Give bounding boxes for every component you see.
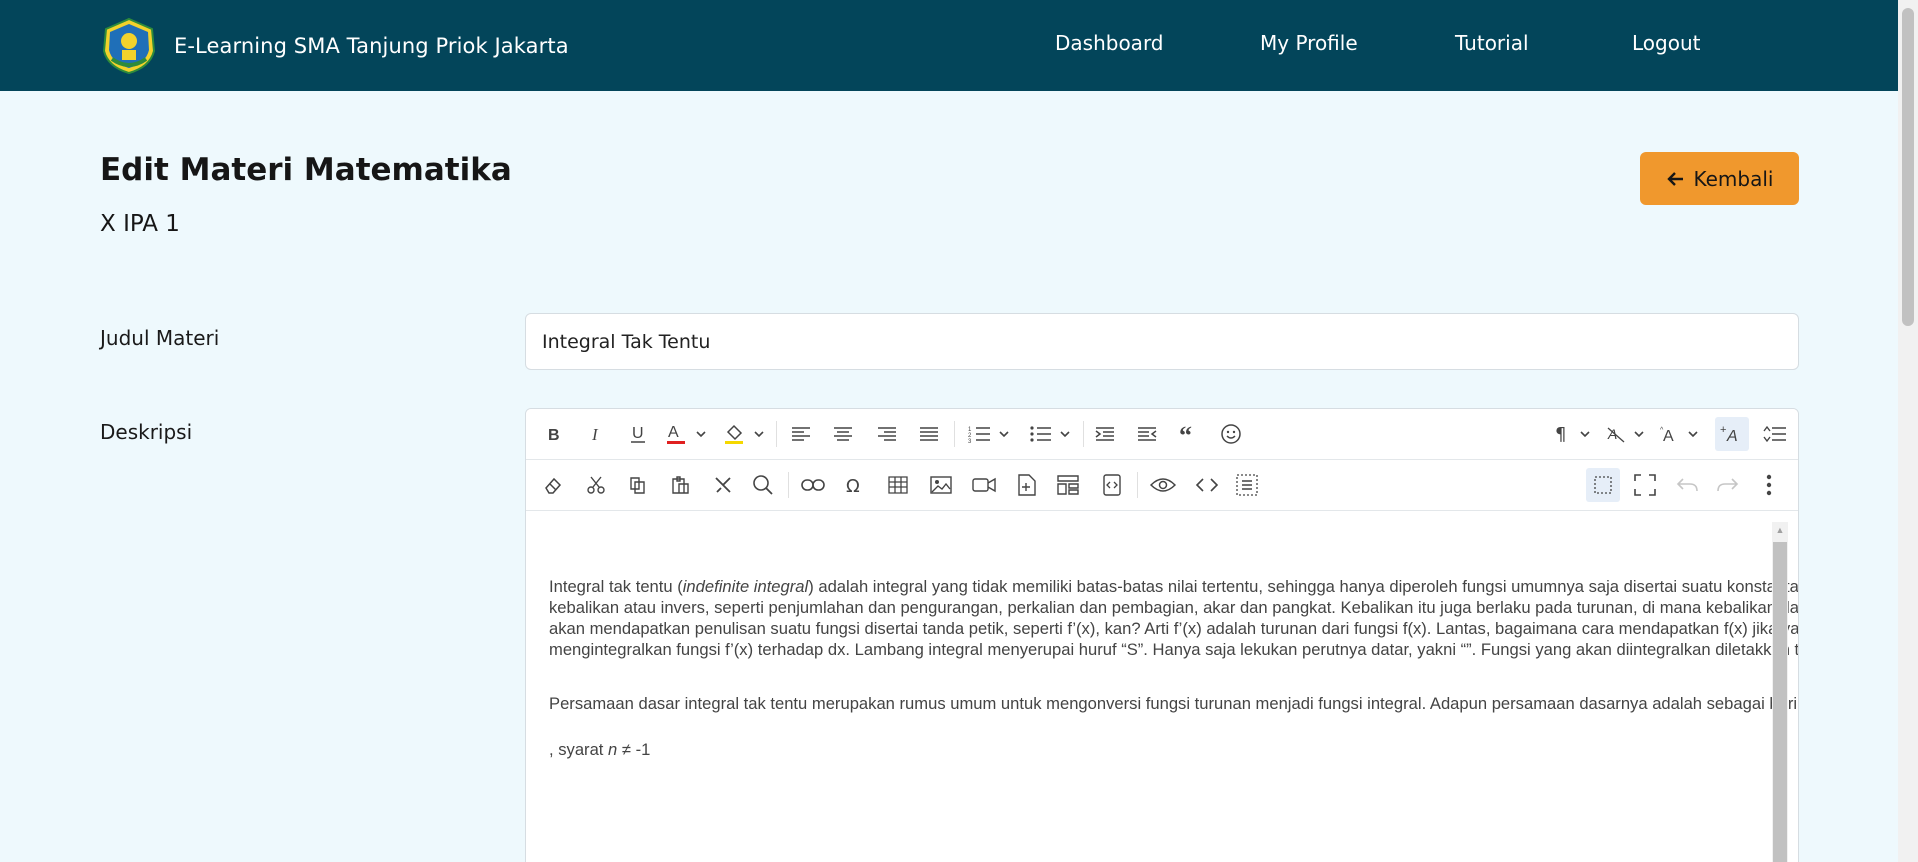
- top-navbar: E-Learning SMA Tanjung Priok Jakarta Das…: [0, 0, 1898, 91]
- editor-toolbar-row-1: B I U A 123 “ ¶ A A ^ A +: [526, 409, 1798, 460]
- line-height-icon[interactable]: A: [1605, 417, 1649, 451]
- blockquote-icon[interactable]: “: [1174, 417, 1204, 451]
- more-icon[interactable]: [1754, 468, 1784, 502]
- content-paragraph-3: , syarat n ≠ -1: [549, 739, 1798, 760]
- svg-text:A: A: [1663, 428, 1674, 444]
- bold-icon[interactable]: B: [538, 417, 568, 451]
- image-icon[interactable]: [926, 468, 956, 502]
- unordered-list-icon[interactable]: [1029, 417, 1073, 451]
- file-icon[interactable]: [1012, 468, 1042, 502]
- content-paragraph-1: Integral tak tentu (indefinite integral)…: [549, 576, 1799, 660]
- search-icon[interactable]: [748, 468, 778, 502]
- video-icon[interactable]: [969, 468, 999, 502]
- svg-text:I: I: [591, 425, 599, 443]
- description-label: Deskripsi: [100, 420, 193, 444]
- scroll-up-icon[interactable]: ▲: [1772, 522, 1788, 538]
- back-button[interactable]: Kembali: [1640, 152, 1799, 205]
- align-right-icon[interactable]: [872, 417, 902, 451]
- preview-icon[interactable]: [1146, 468, 1180, 502]
- paragraph-format-icon[interactable]: ¶: [1551, 417, 1595, 451]
- svg-text:+: +: [1720, 424, 1726, 436]
- show-blocks-icon[interactable]: [1586, 468, 1620, 502]
- text-span: ) adalah integral yang tidak memiliki ba…: [808, 577, 1799, 596]
- fullscreen-icon[interactable]: [1628, 468, 1662, 502]
- editor-toolbar-row-2: Ω: [526, 460, 1798, 511]
- svg-text:¶: ¶: [1555, 424, 1566, 444]
- content-paragraph-2: Persamaan dasar integral tak tentu merup…: [549, 694, 1799, 713]
- text-span: Integral tak tentu (: [549, 577, 683, 596]
- rich-text-editor[interactable]: B I U A 123 “ ¶ A A ^ A + Ω Integral tak…: [525, 408, 1799, 862]
- editor-scrollbar[interactable]: ▲: [1772, 522, 1788, 862]
- font-color-icon[interactable]: A: [664, 417, 708, 451]
- spacing-icon[interactable]: [1758, 417, 1792, 451]
- title-label: Judul Materi: [100, 326, 220, 350]
- svg-text:3: 3: [968, 439, 972, 443]
- align-justify-icon[interactable]: [914, 417, 944, 451]
- cut-icon[interactable]: [581, 468, 611, 502]
- svg-text:U: U: [632, 425, 644, 442]
- undo-icon[interactable]: [1672, 468, 1702, 502]
- remove-format-icon[interactable]: [708, 468, 738, 502]
- highlight-color-icon[interactable]: [722, 417, 766, 451]
- nav-tutorial[interactable]: Tutorial: [1455, 31, 1529, 55]
- variable-n: n: [608, 740, 618, 759]
- page-title: Edit Materi Matematika: [100, 152, 512, 188]
- page-scrollbar[interactable]: [1898, 0, 1918, 862]
- align-center-icon[interactable]: [828, 417, 858, 451]
- font-size-icon[interactable]: A ^: [1659, 417, 1703, 451]
- template-icon[interactable]: [1053, 468, 1083, 502]
- title-input[interactable]: Integral Tak Tentu: [525, 313, 1799, 370]
- clear-format-icon[interactable]: A +: [1715, 417, 1749, 451]
- indent-icon[interactable]: [1090, 417, 1120, 451]
- nav-dashboard[interactable]: Dashboard: [1055, 31, 1164, 55]
- editor-content-area[interactable]: Integral tak tentu (indefinite integral)…: [526, 512, 1798, 862]
- select-all-icon[interactable]: [1232, 468, 1262, 502]
- svg-text:“: “: [1179, 426, 1192, 442]
- html-icon[interactable]: [1190, 468, 1224, 502]
- outdent-icon[interactable]: [1132, 417, 1162, 451]
- underline-icon[interactable]: U: [623, 417, 653, 451]
- class-subtitle: X IPA 1: [100, 211, 180, 237]
- svg-text:B: B: [548, 427, 560, 443]
- text-span: , syarat: [549, 740, 609, 759]
- nav-my-profile[interactable]: My Profile: [1260, 31, 1358, 55]
- align-left-icon[interactable]: [786, 417, 816, 451]
- italic-term: indefinite integral: [682, 577, 809, 596]
- paste-icon[interactable]: [665, 468, 695, 502]
- code-view-icon[interactable]: [1097, 468, 1127, 502]
- copy-icon[interactable]: [623, 468, 653, 502]
- arrow-left-icon: [1666, 171, 1683, 186]
- redo-icon[interactable]: [1713, 468, 1743, 502]
- eraser-icon[interactable]: [538, 468, 568, 502]
- svg-text:A: A: [1726, 428, 1738, 444]
- nav-logout[interactable]: Logout: [1632, 31, 1700, 55]
- text-span: ≠ -1: [617, 740, 651, 759]
- table-icon[interactable]: [883, 468, 913, 502]
- page-scrollbar-thumb[interactable]: [1902, 8, 1914, 326]
- ordered-list-icon[interactable]: 123: [967, 417, 1011, 451]
- emoji-icon[interactable]: [1216, 417, 1246, 451]
- special-char-icon[interactable]: Ω: [840, 468, 870, 502]
- editor-scrollbar-thumb[interactable]: [1773, 542, 1787, 862]
- svg-text:Ω: Ω: [846, 476, 860, 495]
- svg-text:A: A: [668, 424, 679, 441]
- link-icon[interactable]: [798, 468, 828, 502]
- italic-icon[interactable]: I: [581, 417, 611, 451]
- editor-content[interactable]: Integral tak tentu (indefinite integral)…: [549, 576, 1799, 760]
- back-button-label: Kembali: [1693, 166, 1774, 191]
